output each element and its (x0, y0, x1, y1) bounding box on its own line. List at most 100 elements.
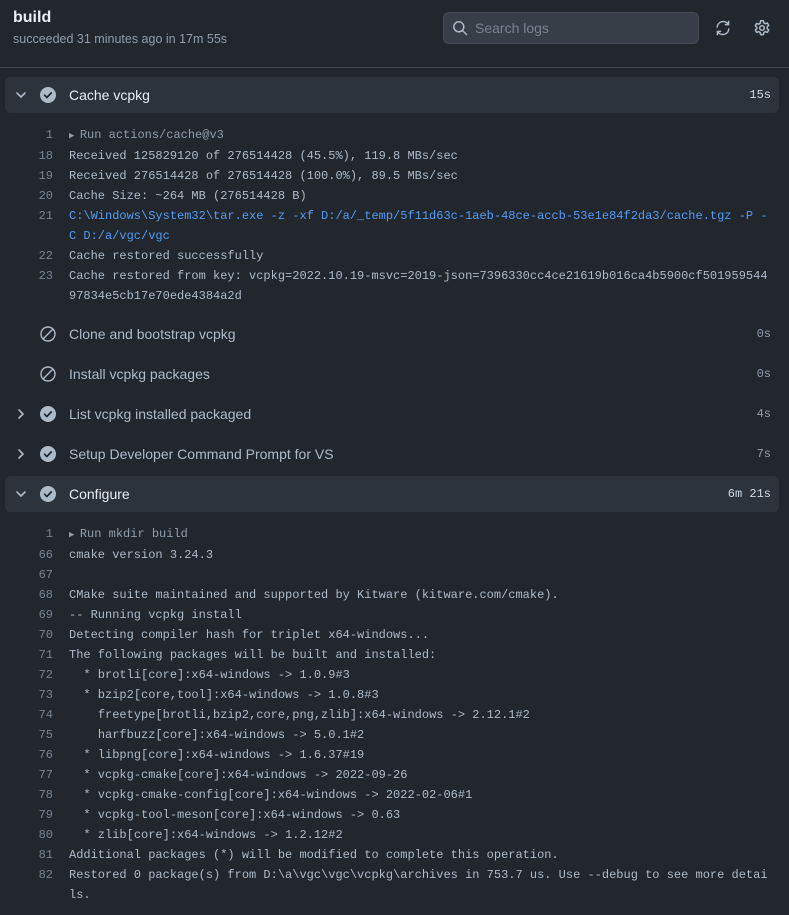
triangle-right-icon[interactable]: ▶ (69, 131, 80, 141)
log-line: 73 * bzip2[core,tool]:x64-windows -> 1.0… (0, 685, 789, 705)
line-number[interactable]: 69 (0, 605, 53, 625)
log-text: Cache restored from key: vcpkg=2022.10.1… (69, 269, 768, 303)
step-row[interactable]: List vcpkg installed packaged 4s (5, 396, 779, 432)
line-number[interactable]: 78 (0, 785, 53, 805)
chevron-right-icon[interactable] (13, 446, 29, 462)
step-name: Cache vcpkg (69, 87, 150, 103)
log-group[interactable]: ▶ Run actions/cache@v3 (69, 125, 769, 146)
triangle-right-icon[interactable]: ▶ (69, 530, 80, 540)
job-status-text: succeeded 31 minutes ago in 17m 55s (13, 32, 228, 46)
log-text: freetype[brotli,bzip2,core,png,zlib]:x64… (69, 708, 530, 722)
line-number[interactable]: 75 (0, 725, 53, 745)
step-row[interactable]: Cache vcpkg 15s (5, 77, 779, 113)
line-number[interactable]: 77 (0, 765, 53, 785)
log-line: 79 * vcpkg-tool-meson[core]:x64-windows … (0, 805, 789, 825)
log-line: 20 Cache Size: ~264 MB (276514428 B) (0, 186, 789, 206)
line-number[interactable]: 80 (0, 825, 53, 845)
log-text: * vcpkg-cmake[core]:x64-windows -> 2022-… (69, 768, 408, 782)
sync-icon (714, 19, 732, 37)
log-line: 18 Received 125829120 of 276514428 (45.5%… (0, 146, 789, 166)
skip-circle-icon (40, 366, 56, 382)
log-text: Cache restored successfully (69, 249, 264, 263)
log-line: 75 harfbuzz[core]:x64-windows -> 5.0.1#2 (0, 725, 789, 745)
log-line: 77 * vcpkg-cmake[core]:x64-windows -> 20… (0, 765, 789, 785)
line-number[interactable]: 71 (0, 645, 53, 665)
line-number[interactable]: 20 (0, 186, 53, 206)
line-number[interactable]: 72 (0, 665, 53, 685)
log-text: Cache Size: ~264 MB (276514428 B) (69, 189, 307, 203)
line-number[interactable]: 76 (0, 745, 53, 765)
refresh-button[interactable] (714, 19, 732, 37)
log-line: 21 C:\Windows\System32\tar.exe -z -xf D:/… (0, 206, 789, 246)
step-name: List vcpkg installed packaged (69, 406, 252, 422)
log-text: Received 125829120 of 276514428 (45.5%),… (69, 149, 458, 163)
log-line[interactable]: 1 ▶ Run actions/cache@v3 (0, 125, 789, 146)
log-text: cmake version 3.24.3 (69, 548, 214, 562)
line-number[interactable]: 82 (0, 865, 53, 905)
line-number[interactable]: 70 (0, 625, 53, 645)
step-duration: 0s (756, 367, 771, 381)
log-text: Run mkdir build (79, 527, 188, 541)
log-line: 19 Received 276514428 of 276514428 (100.0… (0, 166, 789, 186)
log-text: * libpng[core]:x64-windows -> 1.6.37#19 (69, 748, 365, 762)
line-number[interactable]: 66 (0, 545, 53, 565)
log-text: * bzip2[core,tool]:x64-windows -> 1.0.8#… (69, 688, 379, 702)
step-log: 1 ▶ Run mkdir build 66 cmake version 3.24.3… (0, 512, 789, 915)
step-name: Configure (69, 486, 130, 502)
log-text: Detecting compiler hash for triplet x64-… (69, 628, 430, 642)
line-number[interactable]: 21 (0, 206, 53, 246)
step-name: Clone and bootstrap vcpkg (69, 326, 236, 342)
chevron-down-icon[interactable] (13, 87, 29, 103)
step-row[interactable]: Install vcpkg packages 0s (5, 356, 779, 392)
chevron-right-icon[interactable] (13, 406, 29, 422)
check-circle-icon (40, 486, 56, 502)
gear-icon (753, 19, 771, 37)
search-logs-input[interactable] (475, 13, 690, 43)
step-name: Install vcpkg packages (69, 366, 210, 382)
log-group[interactable]: ▶ Run mkdir build (69, 524, 769, 545)
log-line: 74 freetype[brotli,bzip2,core,png,zlib]:… (0, 705, 789, 725)
line-number[interactable]: 23 (0, 266, 53, 306)
log-line: 71 The following packages will be built a… (0, 645, 789, 665)
line-number[interactable]: 79 (0, 805, 53, 825)
log-text: * zlib[core]:x64-windows -> 1.2.12#2 (69, 828, 343, 842)
step-row[interactable]: Setup Developer Command Prompt for VS 7s (5, 436, 779, 472)
line-number[interactable]: 73 (0, 685, 53, 705)
log-line[interactable]: 1 ▶ Run mkdir build (0, 524, 789, 545)
chevron-down-icon[interactable] (13, 486, 29, 502)
search-icon (452, 20, 468, 36)
step-row[interactable]: Configure 6m 21s (5, 476, 779, 512)
line-number[interactable]: 74 (0, 705, 53, 725)
step-row[interactable]: Clone and bootstrap vcpkg 0s (5, 316, 779, 352)
log-text: * vcpkg-tool-meson[core]:x64-windows -> … (69, 808, 401, 822)
log-text: -- Running vcpkg install (69, 608, 242, 622)
line-number[interactable]: 1 (0, 524, 53, 545)
skip-circle-icon (40, 326, 56, 342)
log-line: 22 Cache restored successfully (0, 246, 789, 266)
line-number[interactable]: 1 (0, 125, 53, 146)
log-line: 82 Restored 0 package(s) from D:\a\vgc\vg… (0, 865, 789, 905)
log-text: * vcpkg-cmake-config[core]:x64-windows -… (69, 788, 473, 802)
log-text: Received 276514428 of 276514428 (100.0%)… (69, 169, 458, 183)
step-duration: 6m 21s (727, 487, 771, 501)
settings-button[interactable] (753, 19, 771, 37)
job-header: build succeeded 31 minutes ago in 17m 55… (0, 0, 789, 68)
steps-list: Cache vcpkg 15s 1 ▶ Run actions/cache@v3 18 R… (0, 77, 789, 915)
log-line: 68 CMake suite maintained and supported b… (0, 585, 789, 605)
line-number[interactable]: 22 (0, 246, 53, 266)
step-log: 1 ▶ Run actions/cache@v3 18 Received 125829… (0, 113, 789, 316)
line-number[interactable]: 67 (0, 565, 53, 585)
log-text: harfbuzz[core]:x64-windows -> 5.0.1#2 (69, 728, 365, 742)
line-number[interactable]: 18 (0, 146, 53, 166)
log-line: 72 * brotli[core]:x64-windows -> 1.0.9#3 (0, 665, 789, 685)
check-circle-icon (40, 446, 56, 462)
step-duration: 0s (756, 327, 771, 341)
search-logs-box[interactable] (443, 12, 699, 44)
check-circle-icon (40, 87, 56, 103)
line-number[interactable]: 81 (0, 845, 53, 865)
step-duration: 15s (749, 88, 771, 102)
log-line: 66 cmake version 3.24.3 (0, 545, 789, 565)
log-text: Run actions/cache@v3 (79, 128, 224, 142)
line-number[interactable]: 68 (0, 585, 53, 605)
line-number[interactable]: 19 (0, 166, 53, 186)
